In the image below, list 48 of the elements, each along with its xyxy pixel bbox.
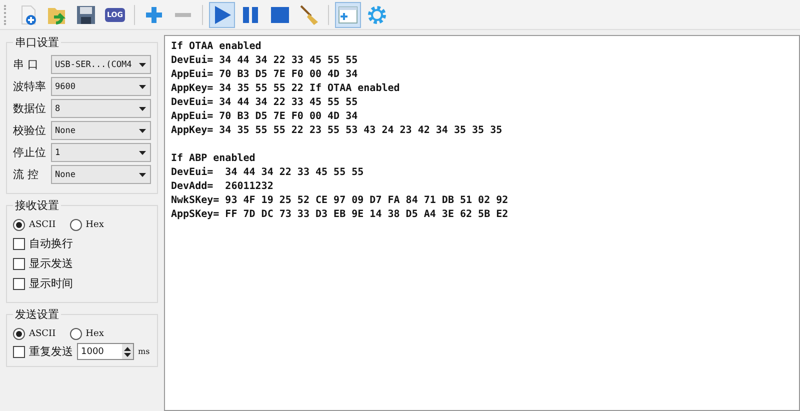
caret-icon (139, 172, 146, 176)
checkbox-option[interactable]: 显示发送 (13, 256, 151, 271)
output-line: DevEui= 34 44 34 22 33 45 55 55 (171, 54, 358, 68)
field-label: 数据位 (13, 101, 47, 116)
field-label: 串 口 (13, 57, 40, 72)
dropdown[interactable]: 8 (51, 99, 151, 118)
checkbox-option[interactable]: 显示时间 (13, 276, 151, 291)
down-arrow-icon[interactable] (124, 352, 131, 356)
output-line: AppKey= 34 35 55 55 22 If OTAA enabled (171, 82, 400, 96)
caret-icon (139, 106, 146, 110)
field-label: 校验位 (13, 123, 47, 138)
dropdown[interactable]: None (51, 165, 151, 184)
field-label: 流 控 (13, 167, 40, 182)
dropdown[interactable]: USB-SER...(COM4 (51, 55, 151, 74)
caret-icon (139, 150, 146, 154)
output-line: DevAdd= 26011232 (171, 180, 274, 194)
radio-option[interactable]: Hex (70, 219, 104, 231)
interval-spinbox[interactable]: 1000 (77, 343, 134, 360)
group-title: 串口设置 (14, 35, 60, 50)
output-line: AppKey= 34 35 55 55 22 23 55 53 43 24 23 42 34 35 35 35 (171, 124, 502, 138)
caret-icon (139, 128, 146, 132)
output-line: DevEui= 34 44 34 22 33 45 55 55 (171, 96, 358, 110)
output-line: AppEui= 70 B3 D5 7E F0 00 4D 34 (171, 68, 358, 82)
play-icon[interactable] (209, 2, 235, 28)
dropdown[interactable]: None (51, 121, 151, 140)
window-icon[interactable] (335, 2, 361, 28)
output-line: If ABP enabled (171, 152, 256, 166)
caret-icon (139, 62, 146, 66)
output-line: DevEui= 34 44 34 22 33 45 55 55 (171, 166, 364, 180)
checkbox-option[interactable]: 重复发送 (13, 344, 73, 359)
grip-icon (4, 4, 8, 24)
dropdown[interactable]: 1 (51, 143, 151, 162)
caret-icon (139, 84, 146, 88)
group-title: 发送设置 (14, 307, 60, 322)
field-label: 停止位 (13, 145, 47, 160)
output-line: AppEui= 70 B3 D5 7E F0 00 4D 34 (171, 110, 358, 124)
radio-option[interactable]: ASCII (13, 219, 56, 231)
unit-label: ms (138, 347, 150, 356)
output-line: AppSKey= FF 7D DC 73 33 D3 EB 9E 14 38 D5 A4 3E 62 5B E2 (171, 208, 508, 222)
output-line: NwkSKey= 93 4F 19 25 52 CE 97 09 D7 FA 84 71 DB 51 02 92 (171, 194, 508, 208)
up-arrow-icon[interactable] (124, 346, 131, 350)
checkbox-option[interactable]: 自动换行 (13, 236, 151, 251)
field-label: 波特率 (13, 79, 47, 94)
dropdown[interactable]: 9600 (51, 77, 151, 96)
output-line: If OTAA enabled (171, 40, 262, 54)
group-title: 接收设置 (14, 198, 60, 213)
radio-option[interactable]: ASCII (13, 328, 56, 340)
radio-option[interactable]: Hex (70, 328, 104, 340)
